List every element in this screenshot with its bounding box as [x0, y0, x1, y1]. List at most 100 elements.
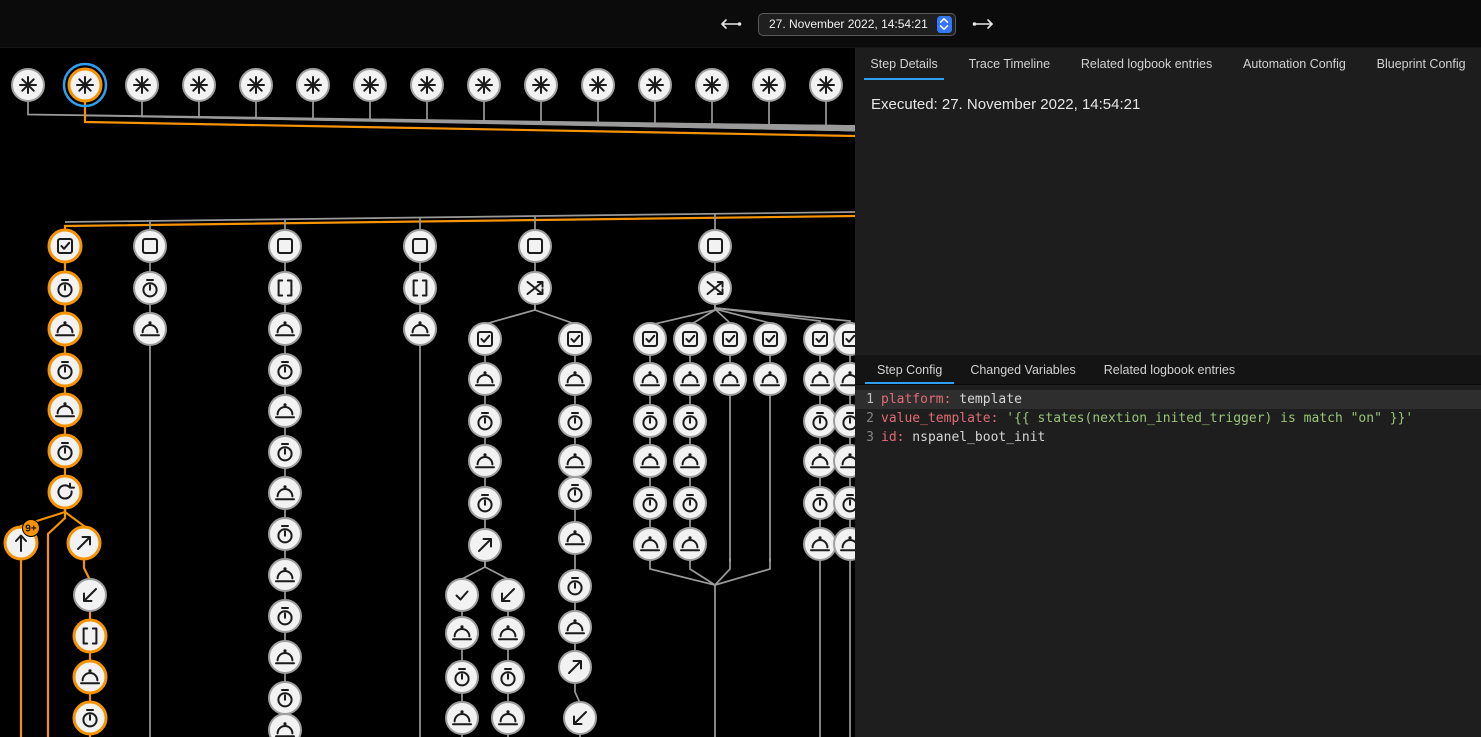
tab-blueprint-config[interactable]: Blueprint Config [1369, 48, 1474, 80]
graph-node-dome[interactable] [269, 559, 301, 591]
graph-node-asterisk[interactable] [411, 69, 443, 101]
graph-node-timer[interactable] [74, 702, 106, 734]
graph-node-dome[interactable] [74, 661, 106, 693]
graph-node-asterisk[interactable] [64, 64, 106, 106]
graph-node-checkbox[interactable] [754, 323, 786, 355]
graph-node-timer[interactable] [634, 405, 666, 437]
graph-node-checkbox[interactable] [49, 230, 81, 262]
graph-node-dome[interactable] [804, 445, 836, 477]
graph-node-dome[interactable] [559, 363, 591, 395]
graph-node-dome[interactable] [269, 477, 301, 509]
graph-node-timer[interactable] [469, 487, 501, 519]
graph-node-dome[interactable] [269, 313, 301, 345]
graph-node-asterisk[interactable] [354, 69, 386, 101]
graph-node-dome[interactable] [834, 445, 855, 477]
graph-node-dome[interactable] [674, 445, 706, 477]
graph-node-box[interactable] [404, 230, 436, 262]
tab-related-logbook-entries[interactable]: Related logbook entries [1090, 355, 1249, 384]
graph-node-asterisk[interactable] [240, 69, 272, 101]
graph-node-brackets[interactable] [404, 272, 436, 304]
tab-step-config[interactable]: Step Config [863, 355, 956, 384]
graph-node-dome[interactable] [634, 445, 666, 477]
graph-node-timer[interactable] [49, 272, 81, 304]
graph-node-box[interactable] [134, 230, 166, 262]
graph-node-dome[interactable] [559, 445, 591, 477]
tab-trace-timeline[interactable]: Trace Timeline [961, 48, 1059, 80]
graph-node-timer[interactable] [559, 570, 591, 602]
graph-node-dome[interactable] [492, 702, 524, 734]
graph-node-asterisk[interactable] [810, 69, 842, 101]
graph-node-dome[interactable] [714, 363, 746, 395]
graph-node-box[interactable] [269, 230, 301, 262]
graph-node-timer[interactable] [269, 436, 301, 468]
graph-node-timer[interactable] [559, 405, 591, 437]
graph-node-dome[interactable] [134, 313, 166, 345]
graph-node-shuffle[interactable] [699, 272, 731, 304]
graph-node-dome[interactable] [559, 611, 591, 643]
graph-node-checkbox[interactable] [634, 323, 666, 355]
graph-node-checkbox[interactable] [469, 323, 501, 355]
graph-node-dome[interactable] [269, 714, 301, 737]
graph-node-timer[interactable] [446, 661, 478, 693]
graph-node-dome[interactable] [446, 702, 478, 734]
graph-node-dome[interactable] [634, 528, 666, 560]
graph-node-asterisk[interactable] [753, 69, 785, 101]
graph-node-timer[interactable] [269, 682, 301, 714]
graph-node-checkbox[interactable] [834, 323, 855, 355]
graph-node-box[interactable] [699, 230, 731, 262]
graph-node-repeat[interactable] [49, 476, 81, 508]
graph-node-dome[interactable] [446, 617, 478, 649]
graph-node-dome[interactable] [754, 363, 786, 395]
tab-changed-variables[interactable]: Changed Variables [956, 355, 1089, 384]
graph-node-dome[interactable] [834, 363, 855, 395]
graph-node-dome[interactable] [469, 445, 501, 477]
graph-node-dome[interactable] [834, 528, 855, 560]
graph-node-dome[interactable] [269, 395, 301, 427]
previous-run-button[interactable] [714, 15, 744, 33]
graph-node-brackets[interactable] [74, 620, 106, 652]
graph-node-box[interactable] [519, 230, 551, 262]
graph-node-timer[interactable] [469, 405, 501, 437]
graph-node-timer[interactable] [674, 487, 706, 519]
graph-node-timer[interactable] [804, 405, 836, 437]
graph-node-timer[interactable] [834, 487, 855, 519]
run-selector[interactable]: 27. November 2022, 14:54:21 [758, 13, 956, 36]
graph-node-timer[interactable] [269, 600, 301, 632]
graph-node-arrow-up-right[interactable] [469, 529, 501, 561]
graph-node-asterisk[interactable] [12, 69, 44, 101]
tab-automation-config[interactable]: Automation Config [1235, 48, 1354, 80]
graph-node-asterisk[interactable] [297, 69, 329, 101]
step-config-code-editor[interactable]: 1platform: template2value_template: '{{ … [855, 385, 1481, 737]
graph-node-checkbox[interactable] [559, 323, 591, 355]
graph-node-asterisk[interactable] [582, 69, 614, 101]
graph-node-asterisk[interactable] [468, 69, 500, 101]
graph-node-check[interactable] [446, 579, 478, 611]
graph-node-timer[interactable] [49, 354, 81, 386]
next-run-button[interactable] [970, 15, 1000, 33]
graph-node-dome[interactable] [674, 528, 706, 560]
graph-node-timer[interactable] [134, 272, 166, 304]
graph-node-checkbox[interactable] [714, 323, 746, 355]
graph-node-timer[interactable] [634, 487, 666, 519]
graph-node-arrow-down-left[interactable] [564, 702, 596, 734]
tab-related-logbook-entries[interactable]: Related logbook entries [1073, 48, 1220, 80]
graph-node-asterisk[interactable] [696, 69, 728, 101]
graph-node-asterisk[interactable] [183, 69, 215, 101]
graph-node-dome[interactable] [674, 363, 706, 395]
graph-node-dome[interactable] [469, 363, 501, 395]
graph-node-arrow-down-left[interactable] [492, 579, 524, 611]
graph-node-timer[interactable] [269, 518, 301, 550]
graph-node-checkbox[interactable] [804, 323, 836, 355]
graph-node-dome[interactable] [492, 617, 524, 649]
graph-node-timer[interactable] [492, 661, 524, 693]
graph-node-timer[interactable] [834, 405, 855, 437]
graph-node-timer[interactable] [674, 405, 706, 437]
graph-node-asterisk[interactable] [639, 69, 671, 101]
graph-node-checkbox[interactable] [674, 323, 706, 355]
graph-node-brackets[interactable] [269, 272, 301, 304]
graph-node-dome[interactable] [269, 641, 301, 673]
graph-node-dome[interactable] [404, 313, 436, 345]
graph-node-dome[interactable] [634, 363, 666, 395]
graph-node-timer[interactable] [804, 487, 836, 519]
graph-node-asterisk[interactable] [525, 69, 557, 101]
